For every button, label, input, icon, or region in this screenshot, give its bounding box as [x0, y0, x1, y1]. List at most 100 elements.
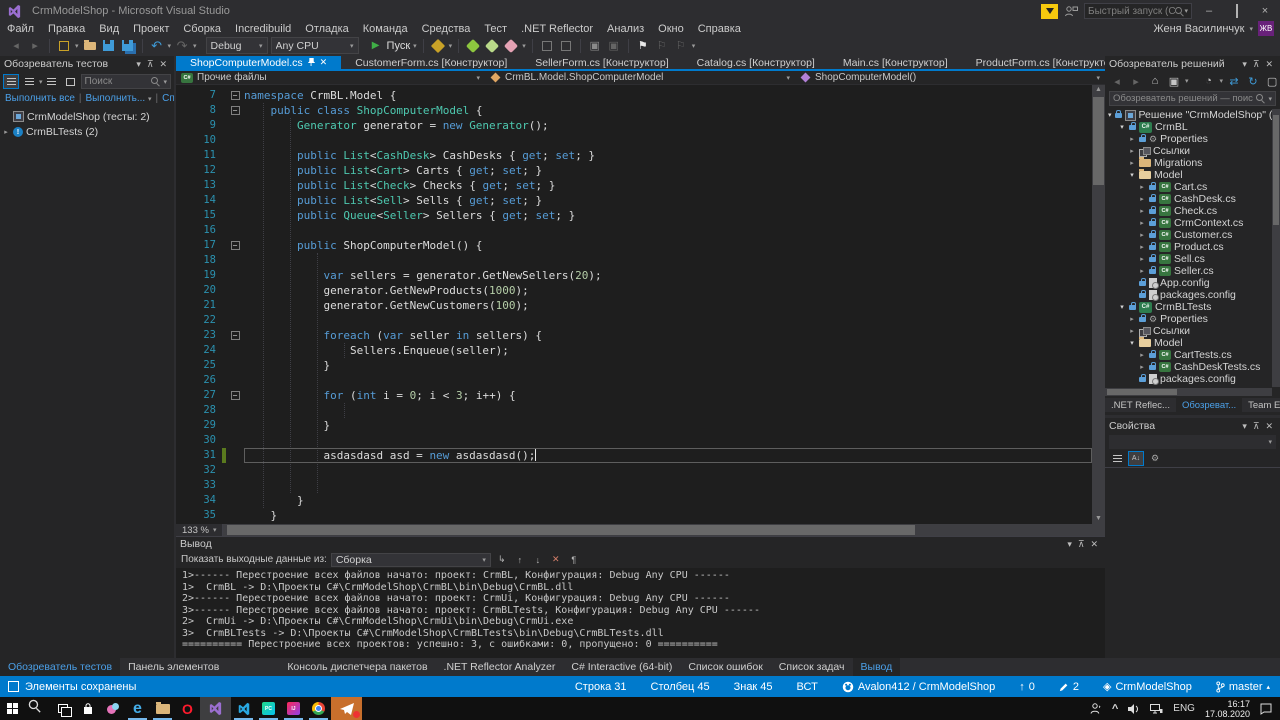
- taskbar-paint3d[interactable]: [100, 697, 125, 720]
- taskbar-chrome[interactable]: [306, 697, 331, 720]
- dock-tab-1[interactable]: Обозреват...: [1176, 398, 1242, 412]
- collapsed-arrow-icon[interactable]: ▸: [1128, 327, 1136, 335]
- menu-item-13[interactable]: Справка: [691, 23, 748, 35]
- status-segment-6[interactable]: 2: [1059, 681, 1079, 693]
- back-icon[interactable]: ◂: [1109, 73, 1125, 89]
- new-item-icon[interactable]: [56, 38, 72, 54]
- next-bookmark-icon[interactable]: ⚐: [673, 38, 689, 54]
- code-line-15[interactable]: 15 public Queue<Seller> Sellers { get; s…: [176, 208, 1092, 223]
- categorized-icon[interactable]: [1109, 451, 1125, 466]
- open-file-icon[interactable]: [82, 38, 98, 54]
- property-pages-icon[interactable]: ⚙: [1147, 451, 1163, 466]
- code-line-13[interactable]: 13 public List<Check> Checks { get; set;…: [176, 178, 1092, 193]
- incredibuild-build-icon[interactable]: [465, 38, 481, 54]
- code-line-20[interactable]: 20 generator.GetNewProducts(1000);: [176, 283, 1092, 298]
- code-line-31[interactable]: 31 asdasdasd asd = new asdasdasd();: [176, 448, 1092, 463]
- bottom-tab-3[interactable]: Список ошибок: [680, 658, 770, 676]
- prev-bookmark-icon[interactable]: ⚐: [654, 38, 670, 54]
- save-all-icon[interactable]: [120, 38, 136, 54]
- filter-icon[interactable]: [45, 74, 61, 89]
- taskbar-task-view[interactable]: [50, 697, 75, 720]
- editor-horizontal-scrollbar[interactable]: [223, 524, 1105, 536]
- collapsed-arrow-icon[interactable]: ▸: [1138, 363, 1146, 371]
- code-line-21[interactable]: 21 generator.GetNewCustomers(100);: [176, 298, 1092, 313]
- panel-menu-chevron-icon[interactable]: ▾: [1239, 59, 1250, 70]
- menu-item-4[interactable]: Сборка: [176, 23, 228, 35]
- status-segment-8[interactable]: master▴: [1216, 681, 1270, 693]
- expanded-arrow-icon[interactable]: ▾: [1128, 171, 1136, 179]
- code-line-18[interactable]: 18: [176, 253, 1092, 268]
- incredibuild-rebuild-icon[interactable]: [484, 38, 500, 54]
- tree-item-12[interactable]: ▸C#Sell.cs: [1105, 253, 1272, 265]
- close-icon[interactable]: ✕: [1262, 59, 1276, 70]
- feedback-icon[interactable]: [1041, 4, 1058, 19]
- taskbar-pycharm[interactable]: PC: [256, 697, 281, 720]
- tray-expand-icon[interactable]: ^: [1112, 703, 1118, 715]
- pin-icon[interactable]: ⊼: [1075, 539, 1088, 550]
- code-line-8[interactable]: 8− public class ShopComputerModel {: [176, 103, 1092, 118]
- clear-all-icon[interactable]: ✕: [549, 553, 563, 566]
- editor-tab-3[interactable]: Catalog.cs [Конструктор]: [683, 56, 829, 69]
- collapsed-arrow-icon[interactable]: ▸: [1138, 231, 1146, 239]
- fold-margin[interactable]: −: [226, 388, 244, 403]
- code-line-10[interactable]: 10: [176, 133, 1092, 148]
- network-icon[interactable]: [1150, 704, 1163, 714]
- fold-margin[interactable]: −: [226, 328, 244, 343]
- solution-search-input[interactable]: Обозреватель решений — поиск (Ctrl ▾: [1109, 91, 1276, 106]
- notifications-icon[interactable]: [1260, 703, 1272, 715]
- editor-tab-4[interactable]: Main.cs [Конструктор]: [829, 56, 962, 69]
- people-icon[interactable]: [1090, 703, 1102, 714]
- user-chevron-icon[interactable]: ▾: [1249, 25, 1253, 33]
- nav-type-select[interactable]: CrmBL.Model.ShopComputerModel▾: [485, 71, 795, 84]
- tree-item-7[interactable]: ▸C#CashDesk.cs: [1105, 193, 1272, 205]
- code-line-17[interactable]: 17− public ShopComputerModel() {: [176, 238, 1092, 253]
- output-source-select[interactable]: Сборка▾: [331, 553, 491, 567]
- menu-item-12[interactable]: Окно: [651, 23, 691, 35]
- code-line-11[interactable]: 11 public List<CashDesk> CashDesks { get…: [176, 148, 1092, 163]
- test-search-input[interactable]: Поиск ▾: [81, 74, 171, 89]
- status-segment-4[interactable]: Avalon412 / CrmModelShop: [842, 681, 995, 693]
- taskbar-store[interactable]: [75, 697, 100, 720]
- bottom-tab-5[interactable]: Вывод: [853, 658, 901, 676]
- bottom-tab-4[interactable]: Список задач: [771, 658, 853, 676]
- status-segment-2[interactable]: Знак 45: [734, 681, 773, 693]
- tree-item-14[interactable]: App.config: [1105, 277, 1272, 289]
- menu-item-10[interactable]: .NET Reflector: [514, 23, 600, 35]
- code-line-30[interactable]: 30: [176, 433, 1092, 448]
- status-segment-1[interactable]: Столбец 45: [651, 681, 710, 693]
- tree-item-5[interactable]: ▾Model: [1105, 169, 1272, 181]
- taskbar-search[interactable]: [25, 697, 50, 720]
- comment-icon[interactable]: ▣: [587, 38, 603, 54]
- forward-icon[interactable]: ▸: [1128, 73, 1144, 89]
- code-line-12[interactable]: 12 public List<Cart> Carts { get; set; }: [176, 163, 1092, 178]
- menu-item-1[interactable]: Правка: [41, 23, 92, 35]
- dock-tab-2[interactable]: Team Explo...: [1242, 398, 1280, 412]
- home-icon[interactable]: ⌂: [1147, 73, 1163, 89]
- collapsed-arrow-icon[interactable]: ▸: [1128, 135, 1136, 143]
- editor-tab-1[interactable]: CustomerForm.cs [Конструктор]: [341, 56, 521, 69]
- collapsed-arrow-icon[interactable]: ▸: [1138, 255, 1146, 263]
- close-icon[interactable]: ✕: [1262, 421, 1276, 432]
- pending-changes-icon[interactable]: ◔: [1201, 73, 1217, 89]
- collapsed-arrow-icon[interactable]: ▸: [1138, 267, 1146, 275]
- menu-item-9[interactable]: Тест: [477, 23, 514, 35]
- solution-configuration-select[interactable]: Debug▾: [206, 37, 268, 54]
- tree-item-4[interactable]: ▸Migrations: [1105, 157, 1272, 169]
- code-line-9[interactable]: 9 Generator generator = new Generator();: [176, 118, 1092, 133]
- code-line-27[interactable]: 27− for (int i = 0; i < 3; i++) {: [176, 388, 1092, 403]
- code-line-14[interactable]: 14 public List<Sell> Sells { get; set; }: [176, 193, 1092, 208]
- pin-icon[interactable]: ⊼: [1250, 421, 1263, 432]
- close-button[interactable]: ×: [1254, 2, 1276, 20]
- collapsed-arrow-icon[interactable]: ▸: [1138, 351, 1146, 359]
- send-feedback-icon[interactable]: [1064, 5, 1078, 17]
- code-line-26[interactable]: 26: [176, 373, 1092, 388]
- save-icon[interactable]: [101, 38, 117, 54]
- taskbar-telegram[interactable]: [331, 697, 362, 720]
- collapsed-arrow-icon[interactable]: ▸: [1128, 159, 1136, 167]
- menu-item-2[interactable]: Вид: [92, 23, 126, 35]
- tree-item-13[interactable]: ▸C#Seller.cs: [1105, 265, 1272, 277]
- tree-item-9[interactable]: ▸C#CrmContext.cs: [1105, 217, 1272, 229]
- tree-item-1[interactable]: ▾C#CrmBL: [1105, 121, 1272, 133]
- solution-horizontal-scrollbar[interactable]: [1105, 388, 1272, 396]
- pin-icon[interactable]: ⊼: [1250, 59, 1263, 70]
